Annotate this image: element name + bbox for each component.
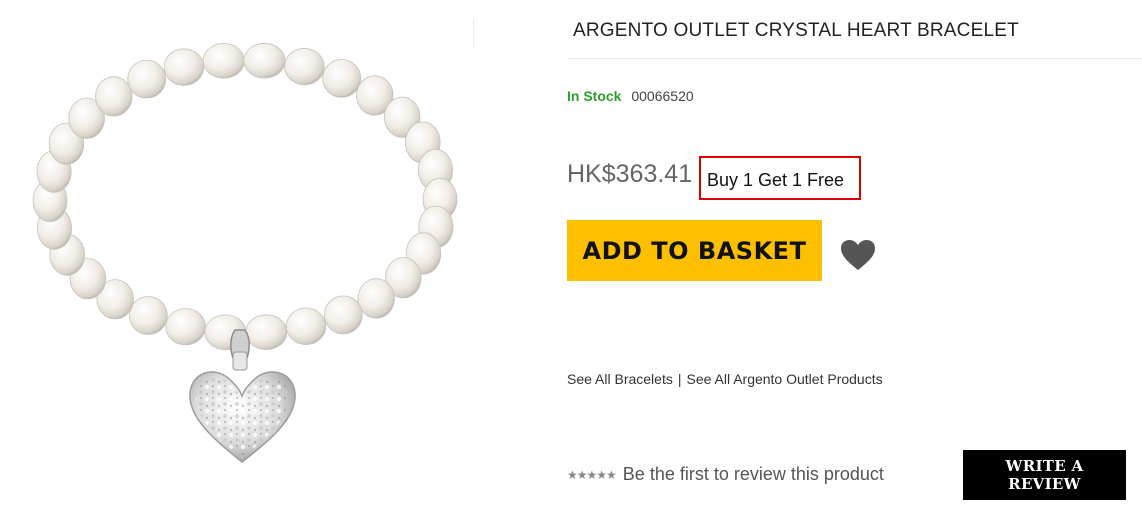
product-price: HK$363.41 [567,160,693,188]
bracelet-image [32,42,458,463]
promo-badge: Buy 1 Get 1 Free [699,156,861,200]
pearl [95,76,133,117]
pearl [165,308,206,346]
pearl [322,59,362,98]
see-all-brand-link[interactable]: See All Argento Outlet Products [686,371,882,387]
pearl [323,295,363,335]
pearl [128,296,168,335]
pearl [243,42,286,79]
category-links: See All Bracelets | See All Argento Outlet… [567,371,883,387]
write-review-button[interactable]: WRITE A REVIEW [963,450,1126,500]
heart-icon [841,240,875,270]
wishlist-button[interactable] [838,238,878,272]
pearl [245,314,288,351]
stock-row: In Stock 00066520 [567,88,694,104]
link-separator: | [677,371,682,387]
product-title: ARGENTO OUTLET CRYSTAL HEART BRACELET [573,20,1019,41]
see-all-bracelets-link[interactable]: See All Bracelets [567,371,673,387]
product-image[interactable] [0,0,490,510]
add-to-basket-button[interactable]: ADD TO BASKET [567,220,822,281]
pearl [357,278,395,319]
rating-stars: ★★★★★ [567,467,617,482]
pearl [127,59,167,99]
pearl [163,48,204,86]
review-row: ★★★★★ Be the first to review this produc… [567,464,884,485]
title-divider [567,58,1142,59]
review-prompt: Be the first to review this product [622,464,884,484]
stock-status: In Stock [567,88,622,104]
pearl [285,307,327,345]
pearl [202,43,245,79]
product-sku: 00066520 [631,88,694,104]
image-divider [473,18,474,48]
pearl [284,47,325,86]
